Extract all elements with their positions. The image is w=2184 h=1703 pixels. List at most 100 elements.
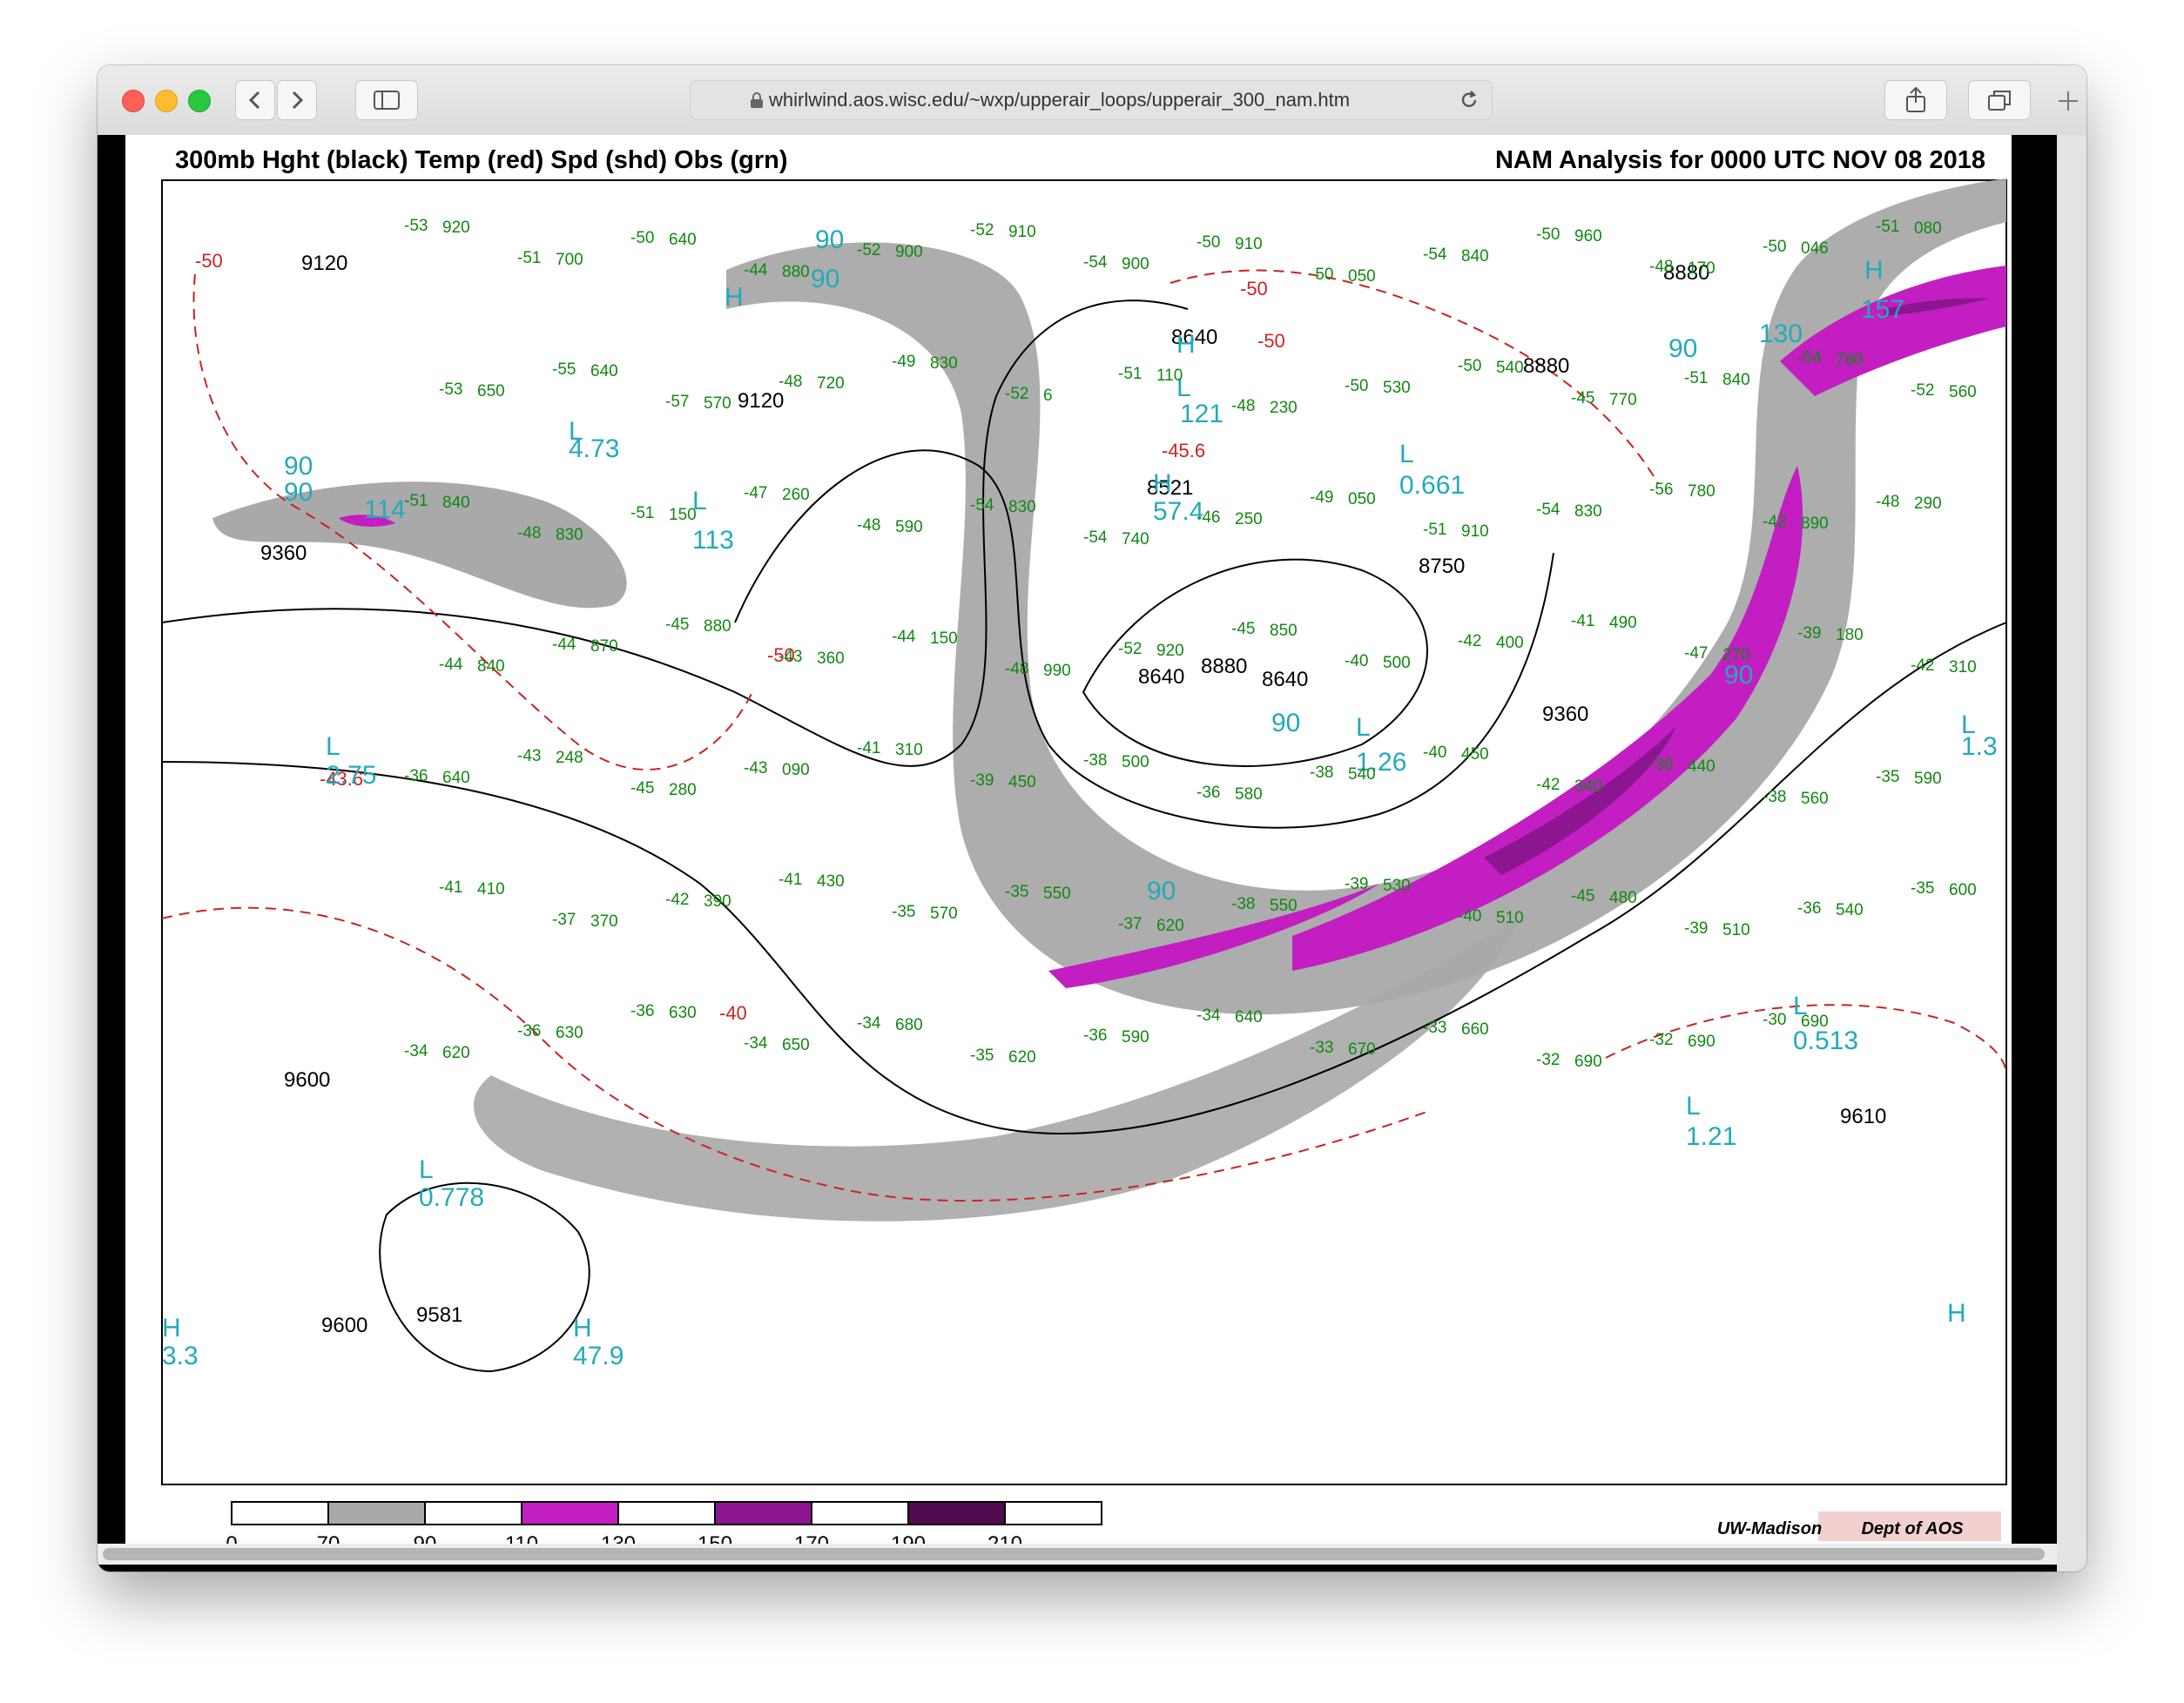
station-temp: -41 <box>857 739 880 757</box>
station-height: 290 <box>1914 495 1942 513</box>
forward-button[interactable] <box>277 80 317 120</box>
speed-label: 90 <box>1147 877 1176 905</box>
tabs-overview-button[interactable] <box>1968 80 2031 120</box>
station-temp: -42 <box>1536 776 1560 794</box>
station-temp: -38 <box>1310 764 1333 782</box>
station-height: 250 <box>1235 510 1263 528</box>
station-temp: -36 <box>1797 899 1821 918</box>
forward-chevron-icon <box>292 91 304 110</box>
station-height: 620 <box>1156 917 1184 935</box>
reload-icon[interactable] <box>1459 90 1480 111</box>
station-height: 560 <box>1949 383 1977 401</box>
height-label: 9120 <box>738 389 784 413</box>
legend-swatch <box>231 1501 329 1525</box>
speed-label: H <box>725 283 744 312</box>
back-button[interactable] <box>235 80 275 120</box>
height-label: 8750 <box>1419 555 1465 578</box>
back-chevron-icon <box>248 91 260 110</box>
height-label: 9600 <box>321 1314 367 1337</box>
station-temp: -38 <box>1649 756 1673 774</box>
sidebar-icon <box>374 91 400 110</box>
height-label: 9581 <box>416 1303 462 1327</box>
station-height: 280 <box>669 781 697 799</box>
speed-label: 90 <box>1668 334 1697 363</box>
speed-label: H <box>1176 330 1196 359</box>
map-title-left: 300mb Hght (black) Temp (red) Spd (shd) … <box>175 146 788 174</box>
height-label: 9600 <box>284 1068 330 1092</box>
height-label: 9120 <box>301 252 347 275</box>
zoom-dot[interactable] <box>188 90 211 112</box>
speed-label: 90 <box>811 265 839 293</box>
speed-label: H <box>162 1314 181 1343</box>
station-height: 840 <box>1461 247 1489 266</box>
speed-label: 90 <box>1724 661 1753 690</box>
station-temp: -34 <box>1196 1006 1221 1025</box>
station-temp: -36 <box>1196 784 1220 802</box>
station-height: 960 <box>1574 227 1602 246</box>
station-temp: -45 <box>665 616 689 634</box>
station-height: 840 <box>1722 371 1750 389</box>
station-height: 870 <box>590 637 618 656</box>
station-temp: -33 <box>1423 1019 1446 1037</box>
station-height: 230 <box>1270 399 1298 417</box>
station-temp: -54 <box>1797 349 1822 367</box>
station-temp: -36 <box>1083 1027 1107 1045</box>
share-button[interactable] <box>1884 80 1947 120</box>
station-temp: -47 <box>1684 644 1708 663</box>
legend-swatch <box>424 1501 522 1525</box>
station-height: 600 <box>1949 881 1977 899</box>
station-temp: -43 <box>779 648 802 666</box>
station-temp: -32 <box>1649 1031 1673 1049</box>
browser-window: whirlwind.aos.wisc.edu/~wxp/upperair_loo… <box>98 65 2086 1572</box>
station-height: 640 <box>669 231 697 249</box>
station-height: 480 <box>1609 889 1637 907</box>
address-bar[interactable]: whirlwind.aos.wisc.edu/~wxp/upperair_loo… <box>690 80 1493 120</box>
station-temp: -48 <box>779 373 802 391</box>
new-tab-button[interactable] <box>2055 88 2081 114</box>
speed-label: 4.73 <box>569 434 619 463</box>
speed-label: 157 <box>1861 295 1904 324</box>
station-height: 620 <box>442 1044 470 1062</box>
station-temp: -39 <box>970 771 994 790</box>
station-temp: -48 <box>857 516 880 535</box>
station-temp: -44 <box>744 261 768 279</box>
station-temp: -33 <box>1310 1039 1333 1057</box>
station-height: 630 <box>556 1024 583 1042</box>
station-height: 180 <box>1836 626 1864 644</box>
station-height: 900 <box>895 243 923 261</box>
station-temp: -44 <box>439 656 463 674</box>
share-icon <box>1906 87 1925 112</box>
horizontal-scrollbar[interactable] <box>98 1544 2057 1565</box>
station-height: 500 <box>1383 654 1411 672</box>
station-height: 540 <box>1348 765 1376 784</box>
station-height: 830 <box>1574 502 1602 521</box>
credit-school: UW-Madison <box>1717 1519 1822 1538</box>
credit-dept: Dept of AOS <box>1861 1519 1964 1538</box>
station-height: 780 <box>1836 351 1864 369</box>
speed-label: L <box>1399 440 1414 468</box>
height-label: 8640 <box>1138 665 1184 689</box>
station-temp: -46 <box>1196 508 1220 527</box>
minimize-dot[interactable] <box>155 90 178 112</box>
station-height: 640 <box>590 362 618 380</box>
horizontal-scroll-thumb[interactable] <box>103 1548 2045 1560</box>
close-dot[interactable] <box>122 90 145 112</box>
station-temp: -35 <box>1911 879 1934 898</box>
legend-swatch <box>907 1501 1006 1525</box>
station-height: 880 <box>782 263 810 281</box>
station-height: 050 <box>1348 267 1376 286</box>
station-height: 490 <box>1609 614 1637 632</box>
station-temp: -51 <box>630 504 654 522</box>
station-height: 110 <box>1156 367 1183 385</box>
station-height: 920 <box>1156 642 1184 660</box>
station-temp: -40 <box>1345 652 1368 670</box>
station-temp: -51 <box>517 249 541 267</box>
sidebar-button[interactable] <box>355 80 418 120</box>
station-height: 890 <box>1801 515 1829 533</box>
station-height: 830 <box>556 526 583 544</box>
height-label: 9360 <box>260 542 307 565</box>
station-height: 770 <box>1609 391 1637 409</box>
legend-swatch <box>327 1501 426 1525</box>
station-height: 400 <box>1496 634 1524 652</box>
station-temp: -36 <box>404 767 428 785</box>
